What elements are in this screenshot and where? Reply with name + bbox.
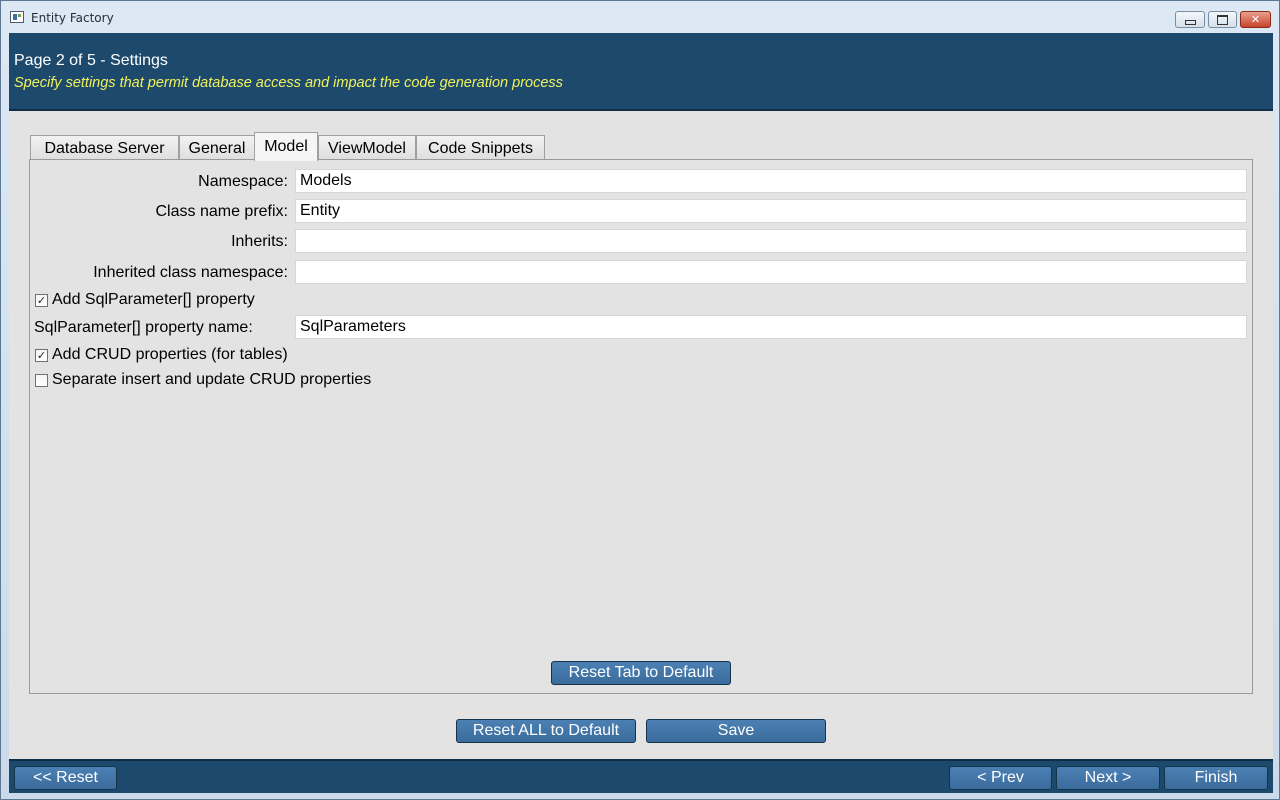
inherited-class-namespace-label: Inherited class namespace: xyxy=(93,264,288,281)
reset-tab-to-default-button[interactable]: Reset Tab to Default xyxy=(551,661,731,685)
tab-general[interactable]: General xyxy=(179,135,255,160)
minimize-button[interactable] xyxy=(1175,11,1205,28)
tab-viewmodel[interactable]: ViewModel xyxy=(318,135,416,160)
reset-wizard-button[interactable]: << Reset xyxy=(14,766,117,790)
add-sqlparameter-checkbox[interactable]: ✓ xyxy=(35,293,48,307)
save-button[interactable]: Save xyxy=(646,719,826,743)
class-name-prefix-input[interactable]: Entity xyxy=(295,199,1247,223)
minimize-icon xyxy=(1184,20,1196,25)
page-title: Page 2 of 5 - Settings xyxy=(14,52,168,69)
sqlparameter-property-name-label: SqlParameter[] property name: xyxy=(34,319,253,336)
tab-database-server[interactable]: Database Server xyxy=(30,135,179,160)
page-header: Page 2 of 5 - Settings Specify settings … xyxy=(9,33,1273,111)
next-button[interactable]: Next > xyxy=(1056,766,1160,790)
tab-model[interactable]: Model xyxy=(254,132,318,161)
title-bar[interactable]: Entity Factory ✕ xyxy=(1,1,1279,33)
close-button[interactable]: ✕ xyxy=(1240,11,1271,28)
separate-crud-checkbox[interactable] xyxy=(35,373,48,387)
add-crud-label[interactable]: Add CRUD properties (for tables) xyxy=(52,346,288,364)
inherited-class-namespace-input[interactable] xyxy=(295,260,1247,284)
prev-button[interactable]: < Prev xyxy=(949,766,1052,790)
wizard-footer: << Reset < Prev Next > Finish xyxy=(9,759,1273,793)
reset-all-to-default-button[interactable]: Reset ALL to Default xyxy=(456,719,636,743)
namespace-label: Namespace: xyxy=(198,173,288,190)
maximize-icon xyxy=(1217,14,1228,25)
separate-crud-label[interactable]: Separate insert and update CRUD properti… xyxy=(52,371,371,389)
page-subtitle: Specify settings that permit database ac… xyxy=(14,75,563,91)
client-area: Page 2 of 5 - Settings Specify settings … xyxy=(9,33,1273,793)
add-sqlparameter-label[interactable]: Add SqlParameter[] property xyxy=(52,291,255,309)
namespace-input[interactable]: Models xyxy=(295,169,1247,193)
add-crud-row[interactable]: ✓ Add CRUD properties (for tables) xyxy=(35,346,288,364)
inherits-label: Inherits: xyxy=(231,233,288,250)
add-crud-checkbox[interactable]: ✓ xyxy=(35,348,48,362)
finish-button[interactable]: Finish xyxy=(1164,766,1268,790)
close-icon: ✕ xyxy=(1250,13,1261,26)
maximize-button[interactable] xyxy=(1208,11,1237,28)
class-name-prefix-label: Class name prefix: xyxy=(155,203,289,220)
sqlparameter-property-name-input[interactable]: SqlParameters xyxy=(295,315,1247,339)
add-sqlparameter-row[interactable]: ✓ Add SqlParameter[] property xyxy=(35,291,255,309)
app-window: Entity Factory ✕ Page 2 of 5 - Settings … xyxy=(0,0,1280,800)
app-icon xyxy=(10,11,24,23)
tab-code-snippets[interactable]: Code Snippets xyxy=(416,135,545,160)
window-title: Entity Factory xyxy=(31,11,114,25)
inherits-input[interactable] xyxy=(295,229,1247,253)
separate-crud-row[interactable]: Separate insert and update CRUD properti… xyxy=(35,371,371,389)
